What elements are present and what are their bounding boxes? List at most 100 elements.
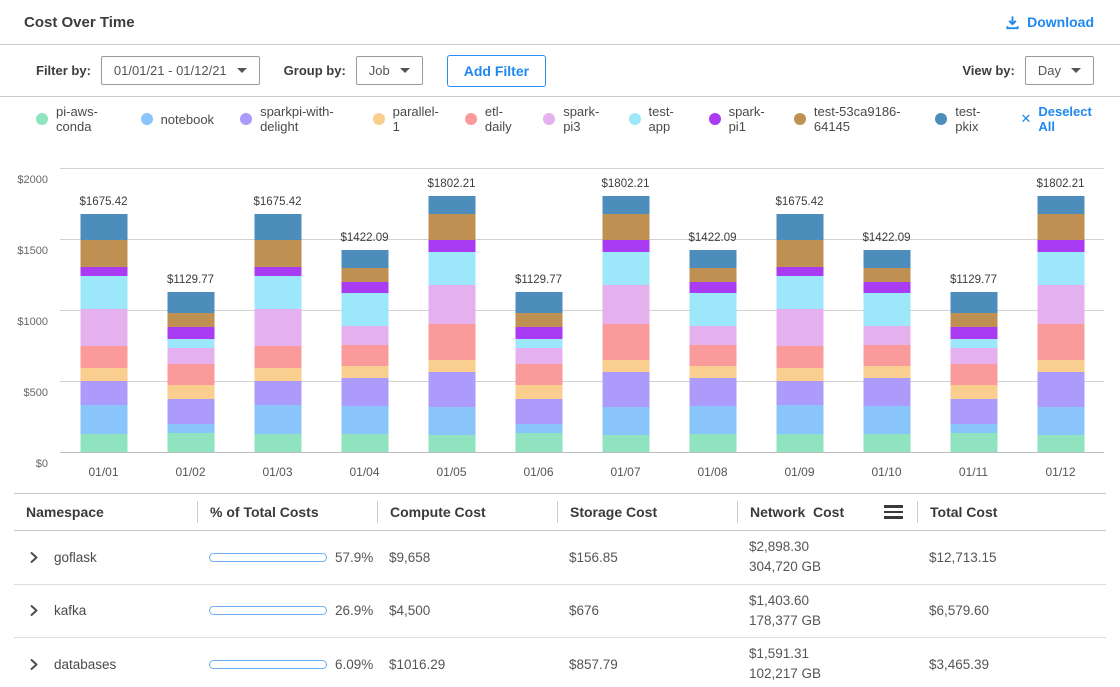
bar-segment-etl-daily[interactable] [167,364,214,385]
bar-segment-spark-pi1[interactable] [167,327,214,339]
bar-segment-test-53ca9186-64145[interactable] [167,313,214,327]
bar-segment-spark-pi1[interactable] [689,282,736,293]
bar-segment-notebook[interactable] [515,424,562,433]
stacked-bar-01-08[interactable] [689,250,736,452]
bar-segment-spark-pi1[interactable] [80,267,127,276]
bar-segment-etl-daily[interactable] [341,345,388,366]
bar-segment-spark-pi1[interactable] [950,327,997,339]
bar-segment-notebook[interactable] [428,407,475,435]
table-row-kafka[interactable]: kafka26.9%$4,500$676$1,403.60178,377 GB$… [14,585,1106,639]
legend-item[interactable]: spark-pi3 [543,104,602,134]
bar-segment-sparkpi-with-delight[interactable] [80,381,127,405]
legend-item[interactable]: test-app [629,104,683,134]
legend-item[interactable]: notebook [141,112,215,127]
bar-segment-spark-pi3[interactable] [950,348,997,364]
stacked-bar-01-07[interactable] [602,196,649,452]
bar-segment-test-app[interactable] [341,293,388,326]
legend-item[interactable]: spark-pi1 [709,104,768,134]
legend-item[interactable]: test-53ca9186-64145 [794,104,909,134]
bar-segment-pi-aws-conda[interactable] [950,433,997,452]
bar-segment-spark-pi3[interactable] [776,309,823,347]
bar-segment-notebook[interactable] [950,424,997,433]
bar-segment-etl-daily[interactable] [515,364,562,385]
bar-segment-sparkpi-with-delight[interactable] [254,381,301,405]
bar-segment-parallel-1[interactable] [515,385,562,399]
bar-segment-sparkpi-with-delight[interactable] [515,399,562,424]
namespace-cell[interactable]: goflask [14,543,197,572]
bar-segment-test-53ca9186-64145[interactable] [776,240,823,267]
col-header-compute[interactable]: Compute Cost [377,501,557,523]
col-header-network[interactable]: Network Cost [737,501,917,523]
bar-segment-spark-pi3[interactable] [428,285,475,323]
stacked-bar-01-10[interactable] [863,250,910,452]
bar-segment-etl-daily[interactable] [80,346,127,367]
bar-segment-spark-pi3[interactable] [602,285,649,323]
bar-segment-pi-aws-conda[interactable] [341,434,388,452]
stacked-bar-01-06[interactable] [515,292,562,452]
col-header-namespace[interactable]: Namespace [14,501,197,523]
bar-segment-sparkpi-with-delight[interactable] [863,378,910,406]
legend-item[interactable]: test-pkix [935,104,990,134]
bar-segment-sparkpi-with-delight[interactable] [341,378,388,406]
bar-segment-test-pkix[interactable] [428,196,475,214]
bar-segment-notebook[interactable] [689,406,736,434]
bar-segment-notebook[interactable] [80,405,127,434]
bar-segment-etl-daily[interactable] [950,364,997,385]
bar-segment-parallel-1[interactable] [167,385,214,399]
bar-segment-test-app[interactable] [863,293,910,326]
bar-segment-test-app[interactable] [254,276,301,309]
download-button[interactable]: Download [1005,14,1094,30]
bar-segment-parallel-1[interactable] [1037,360,1084,373]
bar-segment-spark-pi1[interactable] [515,327,562,339]
date-range-dropdown[interactable]: 01/01/21 - 01/12/21 [101,56,260,85]
bar-segment-test-53ca9186-64145[interactable] [689,268,736,282]
legend-item[interactable]: pi-aws-conda [36,104,115,134]
bar-segment-spark-pi3[interactable] [167,348,214,364]
col-header-pct[interactable]: % of Total Costs [197,501,377,523]
bar-segment-test-pkix[interactable] [602,196,649,214]
stacked-bar-01-05[interactable] [428,196,475,452]
bar-segment-test-pkix[interactable] [341,250,388,268]
bar-segment-parallel-1[interactable] [863,366,910,378]
bar-segment-parallel-1[interactable] [689,366,736,378]
legend-item[interactable]: etl-daily [465,104,517,134]
bar-segment-notebook[interactable] [341,406,388,434]
expand-row-icon[interactable] [26,602,42,619]
bar-segment-test-pkix[interactable] [1037,196,1084,214]
bar-segment-etl-daily[interactable] [863,345,910,366]
bar-segment-notebook[interactable] [863,406,910,434]
bar-segment-parallel-1[interactable] [341,366,388,378]
stacked-bar-01-11[interactable] [950,292,997,452]
bar-segment-etl-daily[interactable] [254,346,301,367]
bar-segment-pi-aws-conda[interactable] [1037,435,1084,452]
add-filter-button[interactable]: Add Filter [447,55,546,87]
bar-segment-pi-aws-conda[interactable] [863,434,910,452]
stacked-bar-01-09[interactable] [776,214,823,452]
deselect-all-button[interactable]: ✕ Deselect All [1020,104,1094,134]
bar-segment-spark-pi3[interactable] [1037,285,1084,323]
table-row-goflask[interactable]: goflask57.9%$9,658$156.85$2,898.30304,72… [14,531,1106,585]
bar-segment-test-53ca9186-64145[interactable] [602,214,649,240]
bar-segment-test-app[interactable] [515,339,562,348]
bar-segment-test-53ca9186-64145[interactable] [1037,214,1084,240]
bar-segment-sparkpi-with-delight[interactable] [602,372,649,407]
bar-segment-spark-pi1[interactable] [254,267,301,276]
bar-segment-parallel-1[interactable] [602,360,649,373]
bar-segment-test-pkix[interactable] [167,292,214,313]
stacked-bar-01-02[interactable] [167,292,214,452]
legend-item[interactable]: sparkpi-with-delight [240,104,347,134]
bar-segment-test-pkix[interactable] [515,292,562,313]
bar-segment-spark-pi1[interactable] [776,267,823,276]
bar-segment-pi-aws-conda[interactable] [428,435,475,452]
bar-segment-sparkpi-with-delight[interactable] [689,378,736,406]
bar-segment-test-app[interactable] [1037,252,1084,285]
bar-segment-sparkpi-with-delight[interactable] [950,399,997,424]
bar-segment-test-app[interactable] [167,339,214,348]
bar-segment-parallel-1[interactable] [254,368,301,381]
bar-segment-test-pkix[interactable] [689,250,736,268]
bar-segment-spark-pi1[interactable] [1037,240,1084,252]
namespace-cell[interactable]: kafka [14,596,197,625]
namespace-cell[interactable]: databases [14,650,197,679]
bar-segment-parallel-1[interactable] [776,368,823,381]
stacked-bar-01-12[interactable] [1037,196,1084,452]
